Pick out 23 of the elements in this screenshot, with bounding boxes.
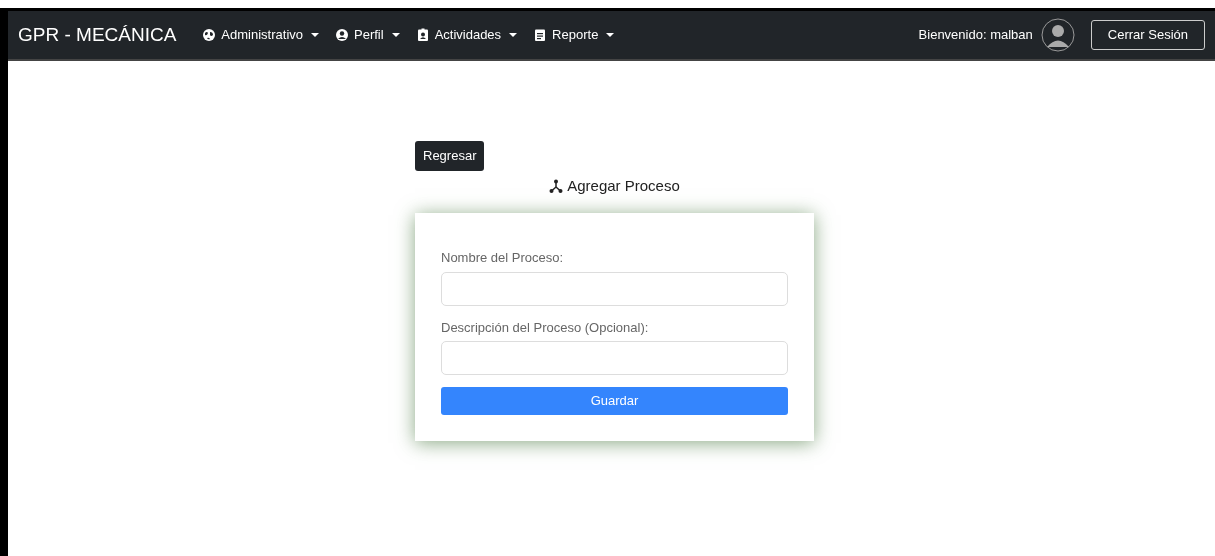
back-button[interactable]: Regresar <box>415 141 485 171</box>
input-field[interactable] <box>441 341 788 375</box>
menu-dropdown[interactable]: Reporte <box>525 25 623 45</box>
menu-dropdown[interactable]: Actividades <box>407 25 526 45</box>
badge-icon <box>415 28 430 42</box>
network-icon <box>549 178 564 193</box>
brand-title[interactable]: GPR - MECÁNICA <box>18 20 177 50</box>
caret-icon <box>606 33 615 37</box>
page-title: Agregar Proceso <box>567 175 680 196</box>
field-label: Descripción del Proceso (Opcional): <box>441 318 650 337</box>
field-label: Nombre del Proceso: <box>441 249 565 267</box>
caret-icon <box>311 33 319 37</box>
menu-dropdown[interactable]: Administrativo <box>194 25 327 45</box>
logout-button[interactable]: Cerrar Sesión <box>1090 20 1205 50</box>
caret-icon <box>509 33 518 37</box>
welcome-text: Bienvenido: malban <box>918 26 1033 45</box>
input-field[interactable] <box>441 271 788 306</box>
avatar-icon <box>1040 18 1075 52</box>
user-circle-icon <box>335 28 349 42</box>
clipboard-icon <box>533 28 548 42</box>
caret-icon <box>391 33 400 37</box>
menu-dropdown[interactable]: Perfil <box>327 25 408 45</box>
save-button[interactable]: Guardar <box>441 387 788 415</box>
